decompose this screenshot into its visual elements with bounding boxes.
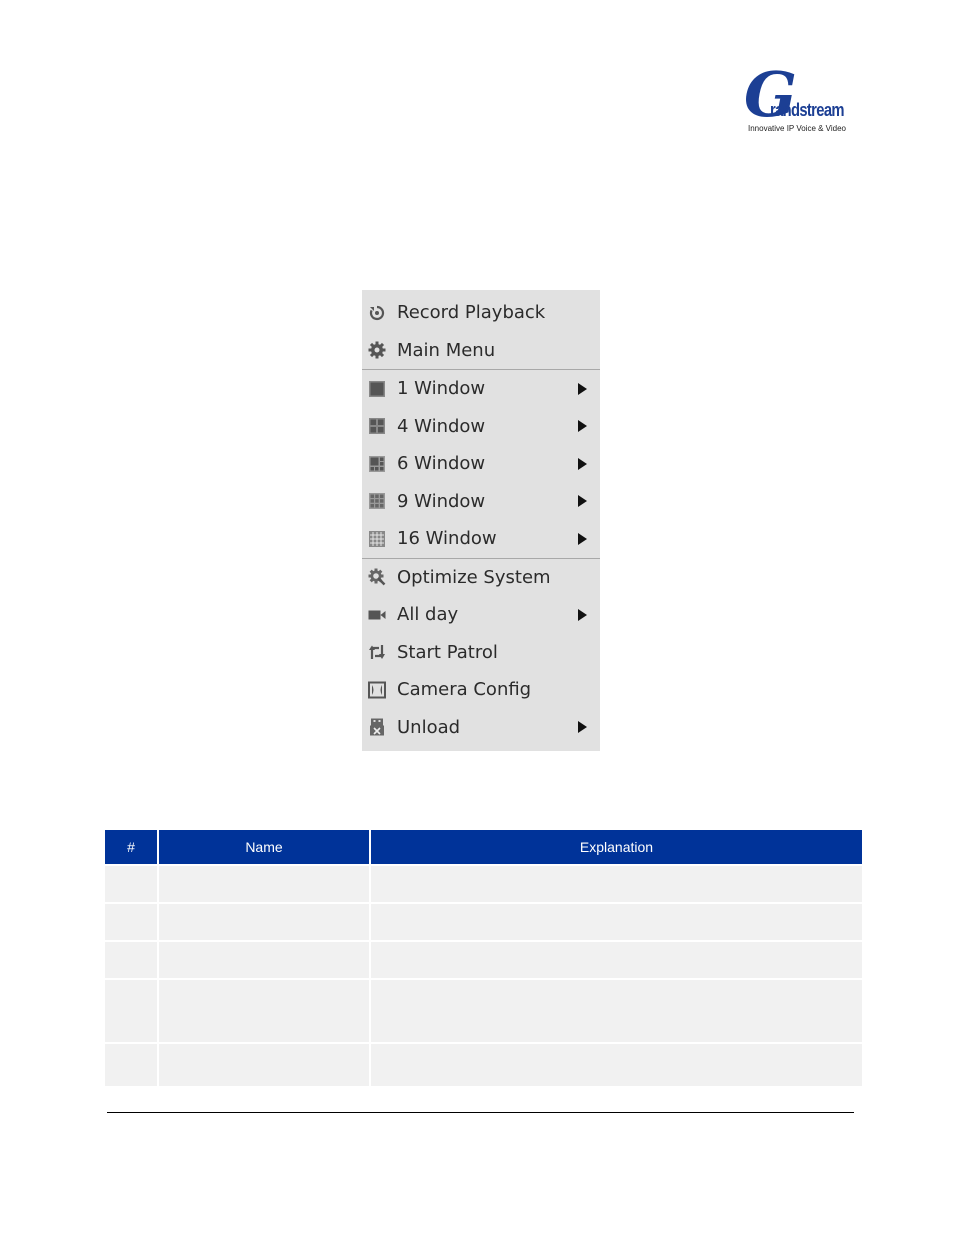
record-playback-icon: [368, 304, 386, 322]
layout-16-window-icon: [368, 530, 386, 548]
cell-number: [105, 1044, 159, 1088]
cell-number: [105, 904, 159, 942]
logo-tagline: Innovative IP Voice & Video: [748, 124, 846, 133]
menu-item-main-menu[interactable]: Main Menu: [362, 332, 600, 370]
layout-4-window-icon: [368, 417, 386, 435]
menu-item-label: Optimize System: [397, 566, 551, 588]
table-row: [105, 980, 862, 1044]
menu-item-all-day[interactable]: All day: [362, 596, 600, 634]
cell-number: [105, 866, 159, 904]
submenu-arrow-icon: [578, 608, 587, 621]
submenu-arrow-icon: [578, 721, 587, 734]
menu-item-start-patrol[interactable]: Start Patrol: [362, 634, 600, 672]
table-row: [105, 904, 862, 942]
footer-divider: [107, 1112, 854, 1113]
menu-item-label: Main Menu: [397, 339, 496, 361]
cell-explanation: [371, 1044, 862, 1088]
cell-name: [159, 904, 371, 942]
menu-item-label: Start Patrol: [397, 641, 498, 663]
table-row: [105, 1044, 862, 1088]
menu-item-optimize-system[interactable]: Optimize System: [362, 559, 600, 597]
menu-item-4-window[interactable]: 4 Window: [362, 408, 600, 446]
table-row: [105, 942, 862, 980]
header-explanation: Explanation: [371, 830, 862, 866]
cell-number: [105, 980, 159, 1044]
menu-item-camera-config[interactable]: Camera Config: [362, 671, 600, 709]
video-camera-icon: [368, 606, 386, 624]
menu-item-label: 6 Window: [397, 453, 486, 475]
menu-item-9-window[interactable]: 9 Window: [362, 483, 600, 521]
layout-6-window-icon: [368, 455, 386, 473]
cell-name: [159, 942, 371, 980]
context-menu: Record Playback Main Menu 1 Window 4 Win…: [362, 290, 600, 751]
menu-item-label: All day: [397, 604, 459, 626]
usb-unload-icon: [368, 718, 386, 736]
cell-explanation: [371, 980, 862, 1044]
patrol-arrows-icon: [368, 643, 386, 661]
submenu-arrow-icon: [578, 382, 587, 395]
menu-item-label: Unload: [397, 716, 461, 738]
menu-item-1-window[interactable]: 1 Window: [362, 370, 600, 408]
table-row: [105, 866, 862, 904]
gear-icon: [368, 341, 386, 359]
cell-number: [105, 942, 159, 980]
submenu-arrow-icon: [578, 457, 587, 470]
camera-config-icon: [368, 681, 386, 699]
header-number: #: [105, 830, 159, 866]
cell-name: [159, 866, 371, 904]
menu-item-label: Camera Config: [397, 679, 532, 701]
menu-item-6-window[interactable]: 6 Window: [362, 445, 600, 483]
submenu-arrow-icon: [578, 420, 587, 433]
menu-item-16-window[interactable]: 16 Window: [362, 520, 600, 558]
cell-name: [159, 1044, 371, 1088]
cell-explanation: [371, 866, 862, 904]
menu-item-label: 16 Window: [397, 528, 497, 550]
menu-item-label: Record Playback: [397, 302, 546, 324]
layout-1-window-icon: [368, 380, 386, 398]
cell-name: [159, 980, 371, 1044]
menu-item-label: 1 Window: [397, 378, 486, 400]
layout-9-window-icon: [368, 492, 386, 510]
optimize-gear-search-icon: [368, 568, 386, 586]
menu-item-record-playback[interactable]: Record Playback: [362, 294, 600, 332]
logo-wordmark: randstream: [770, 100, 844, 120]
submenu-arrow-icon: [578, 532, 587, 545]
cell-explanation: [371, 942, 862, 980]
menu-explanation-table: # Name Explanation: [105, 830, 862, 1088]
grandstream-logo: G randstream Innovative IP Voice & Video: [740, 64, 856, 140]
table-header-row: # Name Explanation: [105, 830, 862, 866]
menu-item-unload[interactable]: Unload: [362, 709, 600, 747]
submenu-arrow-icon: [578, 495, 587, 508]
menu-item-label: 9 Window: [397, 490, 486, 512]
cell-explanation: [371, 904, 862, 942]
header-name: Name: [159, 830, 371, 866]
menu-item-label: 4 Window: [397, 415, 486, 437]
